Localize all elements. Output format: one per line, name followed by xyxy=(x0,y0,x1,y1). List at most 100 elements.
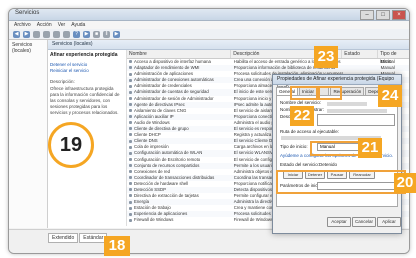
cell-text: Aplicación auxiliar IP xyxy=(134,113,174,119)
display-name-value xyxy=(327,109,387,113)
cell-text: Cola de impresión xyxy=(134,144,169,150)
callout-18: 18 xyxy=(104,236,130,256)
tree-node-services[interactable]: Servicios (locales) xyxy=(9,40,47,56)
service-gear-icon xyxy=(129,200,132,204)
pause-icon[interactable]: ‖ xyxy=(103,30,110,38)
service-gear-icon xyxy=(129,109,132,113)
cell-text: Cliente DHCP xyxy=(134,132,161,138)
service-gear-icon xyxy=(129,176,132,180)
cell-text: Audio de Windows xyxy=(134,119,170,125)
cell-text: Detección de hardware shell xyxy=(134,180,189,186)
cell-text: Administrador de credenciales xyxy=(134,83,192,89)
apply-button[interactable]: Aplicar xyxy=(377,217,401,227)
startup-type-label: Tipo de inicio: xyxy=(280,144,308,149)
service-gear-icon xyxy=(129,212,132,216)
service-gear-icon xyxy=(129,60,132,64)
service-gear-icon xyxy=(129,145,132,149)
cell-text: Estación de trabajo xyxy=(134,205,171,211)
cell-text: Energía xyxy=(134,199,150,205)
callout-21: 21 xyxy=(358,138,382,158)
service-gear-icon xyxy=(129,163,132,167)
service-gear-icon xyxy=(129,115,132,119)
restart-service-link[interactable]: Reiniciar el servicio xyxy=(50,68,122,73)
cell-text: Acceso a dispositivo de interfaz humana xyxy=(134,59,211,64)
service-gear-icon xyxy=(129,206,132,210)
service-name-label: Nombre del servicio: xyxy=(280,100,322,105)
help-icon[interactable]: ? xyxy=(73,30,80,38)
toolbar: ◀ ▶ ? ▶ ■ ‖ ▶ xyxy=(9,29,409,40)
executable-path-label: Ruta de acceso al ejecutable: xyxy=(280,129,340,134)
up-icon[interactable] xyxy=(33,30,40,38)
cell-text: Manual xyxy=(380,59,395,64)
description-text: Ofrece infraestructura protegida para la… xyxy=(50,86,120,115)
title-bar: Servicios – □ × xyxy=(9,9,409,21)
pane-header: Servicios (locales) xyxy=(48,40,409,50)
maximize-button[interactable]: □ xyxy=(376,10,390,20)
back-icon[interactable]: ◀ xyxy=(13,30,20,38)
cell-text: Administrador de sesión de Administrador xyxy=(134,95,214,101)
column-header-name[interactable]: Nombre xyxy=(127,50,232,58)
close-button[interactable]: × xyxy=(392,10,406,20)
export-icon[interactable] xyxy=(63,30,70,38)
description-box xyxy=(317,114,395,126)
service-status-value: Detenido xyxy=(319,162,338,167)
service-gear-icon xyxy=(129,127,132,131)
callout-22: 22 xyxy=(290,106,314,126)
menu-item[interactable]: Archivo xyxy=(14,21,31,29)
service-gear-icon xyxy=(129,78,132,82)
window-title: Servicios xyxy=(15,10,40,16)
service-gear-icon xyxy=(129,103,132,107)
highlight-service-buttons xyxy=(276,170,406,194)
service-gear-icon xyxy=(129,139,132,143)
callout-20: 20 xyxy=(394,173,416,193)
service-name-value xyxy=(327,102,367,106)
service-status-label: Estado del servicio: xyxy=(280,162,320,167)
cancel-button[interactable]: Cancelar xyxy=(352,217,376,227)
service-gear-icon xyxy=(129,170,132,174)
cell-text: Cliente DNS xyxy=(134,138,158,144)
cell-text: Coordinador de transacciones distribuida… xyxy=(134,174,215,180)
tab-extended[interactable]: Extendido xyxy=(48,233,79,243)
cell-text: Experiencia de aplicaciones xyxy=(134,211,188,217)
cell-text: Conexiones de red xyxy=(134,168,171,174)
menu-item[interactable]: Ayuda xyxy=(71,21,85,29)
stop-icon[interactable]: ■ xyxy=(93,30,100,38)
cell-text: Firewall de Windows xyxy=(134,217,174,223)
properties-icon[interactable] xyxy=(43,30,50,38)
forward-icon[interactable]: ▶ xyxy=(23,30,30,38)
cell-text: Adaptador de rendimiento de WMI xyxy=(134,65,200,71)
cell-text: Administrador de cuentas de seguridad xyxy=(134,89,209,95)
console-tree: Servicios (locales) xyxy=(9,40,48,228)
cell-text: Cliente de directiva de grupo xyxy=(134,126,189,132)
table-header: Nombre Descripción Estado Tipo de inicio xyxy=(127,50,409,65)
callout-24: 24 xyxy=(378,85,402,107)
service-gear-icon xyxy=(129,182,132,186)
service-gear-icon xyxy=(129,157,132,161)
ok-button[interactable]: Aceptar xyxy=(327,217,351,227)
cell-text: Detección SSDP xyxy=(134,186,167,192)
menu-item[interactable]: Acción xyxy=(37,21,52,29)
service-gear-icon xyxy=(129,66,132,70)
service-gear-icon xyxy=(129,218,132,222)
callout-19: 19 xyxy=(48,122,94,168)
selected-service-name: Afinar experiencia protegida xyxy=(50,52,118,58)
column-header-status[interactable]: Estado xyxy=(342,50,379,58)
highlight-startup-type xyxy=(310,141,360,156)
restart-icon[interactable]: ▶ xyxy=(113,30,120,38)
cell-text: Configuración de Escritorio remoto xyxy=(134,156,201,162)
refresh-icon[interactable] xyxy=(53,30,60,38)
menu-item[interactable]: Ver xyxy=(58,21,66,29)
cell-text: Aislamiento de claves CNG xyxy=(134,107,187,113)
minimize-button[interactable]: – xyxy=(360,10,374,20)
cell-text: Configuración automática de WLAN xyxy=(134,150,203,156)
dialog-title: Propiedades de Afinar experiencia proteg… xyxy=(273,75,401,91)
play-icon[interactable]: ▶ xyxy=(83,30,90,38)
service-gear-icon xyxy=(129,96,132,100)
service-gear-icon xyxy=(129,84,132,88)
service-gear-icon xyxy=(129,72,132,76)
cell-text: Agente de directivas IPsec xyxy=(134,101,185,107)
stop-service-link[interactable]: Detener el servicio xyxy=(50,62,122,67)
menu-bar: Archivo Acción Ver Ayuda xyxy=(9,21,409,29)
highlight-logon-tab xyxy=(316,86,342,100)
column-header-startup-type[interactable]: Tipo de inicio xyxy=(378,50,409,65)
